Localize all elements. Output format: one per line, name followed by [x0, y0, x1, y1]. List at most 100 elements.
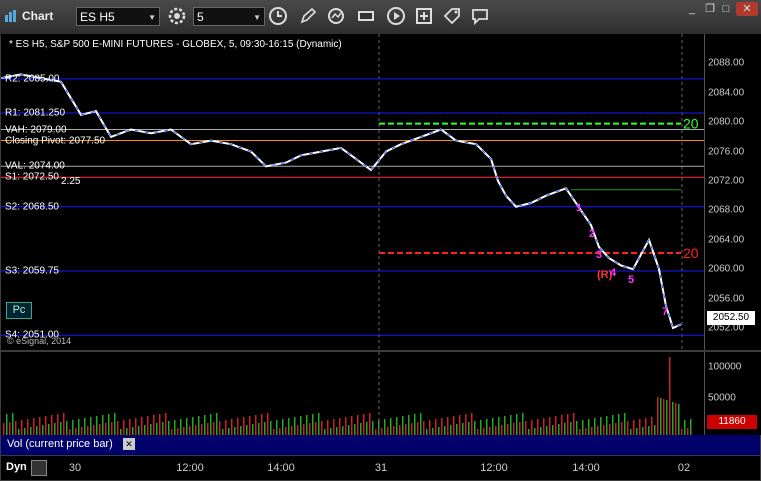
interval-value: 5 [197, 10, 204, 24]
volume-bar [198, 416, 200, 435]
volume-bar [144, 425, 146, 435]
price-chart[interactable]: 20 20 2.25 R2: 2085.00 R1: 2081.250 VAH: 207… [1, 34, 704, 350]
clock-icon[interactable] [268, 6, 288, 26]
minimize-button[interactable]: _ [684, 2, 700, 16]
volume-bar [225, 420, 227, 435]
volume-bar [87, 426, 89, 435]
volume-bar [660, 398, 662, 435]
volume-bar [492, 418, 494, 435]
gear-icon[interactable] [167, 6, 187, 26]
pencil-icon[interactable] [298, 6, 318, 26]
volume-bar [519, 422, 521, 435]
volume-bar [99, 424, 101, 435]
time-axis-label: 14:00 [267, 462, 295, 474]
volume-bar [258, 423, 260, 435]
volume-bar [117, 421, 119, 435]
volume-bar [441, 418, 443, 435]
volume-bar [300, 416, 302, 435]
volume-bar [522, 413, 524, 435]
tag-icon[interactable] [442, 6, 462, 26]
time-axis-label: 02 [677, 462, 691, 474]
volume-bar [513, 423, 515, 435]
volume-bar [510, 415, 512, 435]
volume-bar [264, 422, 266, 435]
volume-bar [363, 414, 365, 435]
volume-bar [330, 428, 332, 435]
volume-bar [369, 413, 371, 435]
volume-bar [195, 425, 197, 435]
price-axis-label: 2060.00 [708, 263, 745, 275]
volume-bar [48, 424, 50, 435]
level-label: R1: 2081.250 [5, 107, 66, 119]
price-axis[interactable]: 2088.00 2084.00 2080.00 2076.00 2072.00 2068.… [704, 34, 761, 350]
volume-bar [84, 418, 86, 435]
volume-bar [483, 428, 485, 435]
volume-bar [495, 426, 497, 435]
window-title: Chart [22, 9, 54, 23]
volume-bar [153, 415, 155, 435]
volume-bar [585, 428, 587, 435]
volume-bar [501, 425, 503, 435]
volume-bar [138, 426, 140, 435]
time-axis[interactable]: Dyn 30 12:00 14:00 31 12:00 14:00 02 [1, 456, 760, 480]
compare-icon[interactable] [414, 6, 434, 26]
volume-axis-label: 100000 [708, 361, 742, 373]
volume-bar [387, 427, 389, 435]
price-axis-label: 2088.00 [708, 57, 745, 69]
volume-bar [543, 418, 545, 435]
volume-bar [360, 423, 362, 435]
volume-bar [690, 419, 692, 435]
volume-pane[interactable] [1, 352, 704, 435]
volume-bar [612, 415, 614, 435]
price-axis-label: 2080.00 [708, 116, 745, 128]
volume-bar [405, 424, 407, 435]
volume-bar [471, 413, 473, 435]
volume-bar [420, 413, 422, 435]
volume-bar [489, 427, 491, 435]
chevron-down-icon[interactable]: ▼ [148, 8, 156, 27]
price-axis-label: 2076.00 [708, 146, 745, 158]
volume-bar [342, 426, 344, 435]
volume-bar [123, 420, 125, 435]
volume-bar [411, 423, 413, 435]
volume-bar [444, 426, 446, 435]
current-volume-tag: 11860 [707, 415, 757, 429]
volume-bar [126, 428, 128, 435]
close-icon[interactable]: ✕ [123, 438, 135, 450]
volume-bar [594, 418, 596, 435]
volume-bar [657, 397, 659, 435]
refresh-icon[interactable] [326, 6, 346, 26]
volume-bar [663, 399, 665, 435]
volume-bar [156, 423, 158, 435]
play-icon[interactable] [386, 6, 406, 26]
volume-bar [183, 427, 185, 435]
count-label: 5 [628, 274, 635, 286]
interval-input[interactable]: 5 ▼ [193, 7, 265, 26]
volume-bar [306, 415, 308, 435]
symbol-input[interactable]: ES H5 ▼ [76, 7, 160, 26]
volume-plot [3, 352, 692, 435]
restore-button[interactable]: ❐ [702, 2, 718, 16]
pc-study-button[interactable]: Pc [6, 302, 32, 319]
close-button[interactable]: ✕ [736, 2, 758, 16]
comment-icon[interactable] [470, 6, 490, 26]
volume-bar [159, 414, 161, 435]
volume-bar [645, 418, 647, 435]
volume-bar [603, 425, 605, 435]
maximize-button[interactable]: □ [718, 2, 734, 16]
link-icon[interactable] [31, 460, 47, 476]
volume-bar [255, 415, 257, 435]
chevron-down-icon[interactable]: ▼ [253, 8, 261, 27]
volume-bar [423, 421, 425, 435]
volume-bar [129, 419, 131, 435]
quote-icon[interactable] [356, 6, 376, 26]
volume-study-label: Vol (current price bar) [7, 438, 113, 450]
marker-label: 20 [683, 116, 699, 132]
level-label: S1: 2072.50 [5, 171, 59, 183]
volume-bar [186, 418, 188, 435]
volume-bar [417, 422, 419, 435]
volume-bar [606, 416, 608, 435]
volume-bar [231, 419, 233, 435]
volume-bar [210, 414, 212, 435]
volume-bar [45, 416, 47, 435]
